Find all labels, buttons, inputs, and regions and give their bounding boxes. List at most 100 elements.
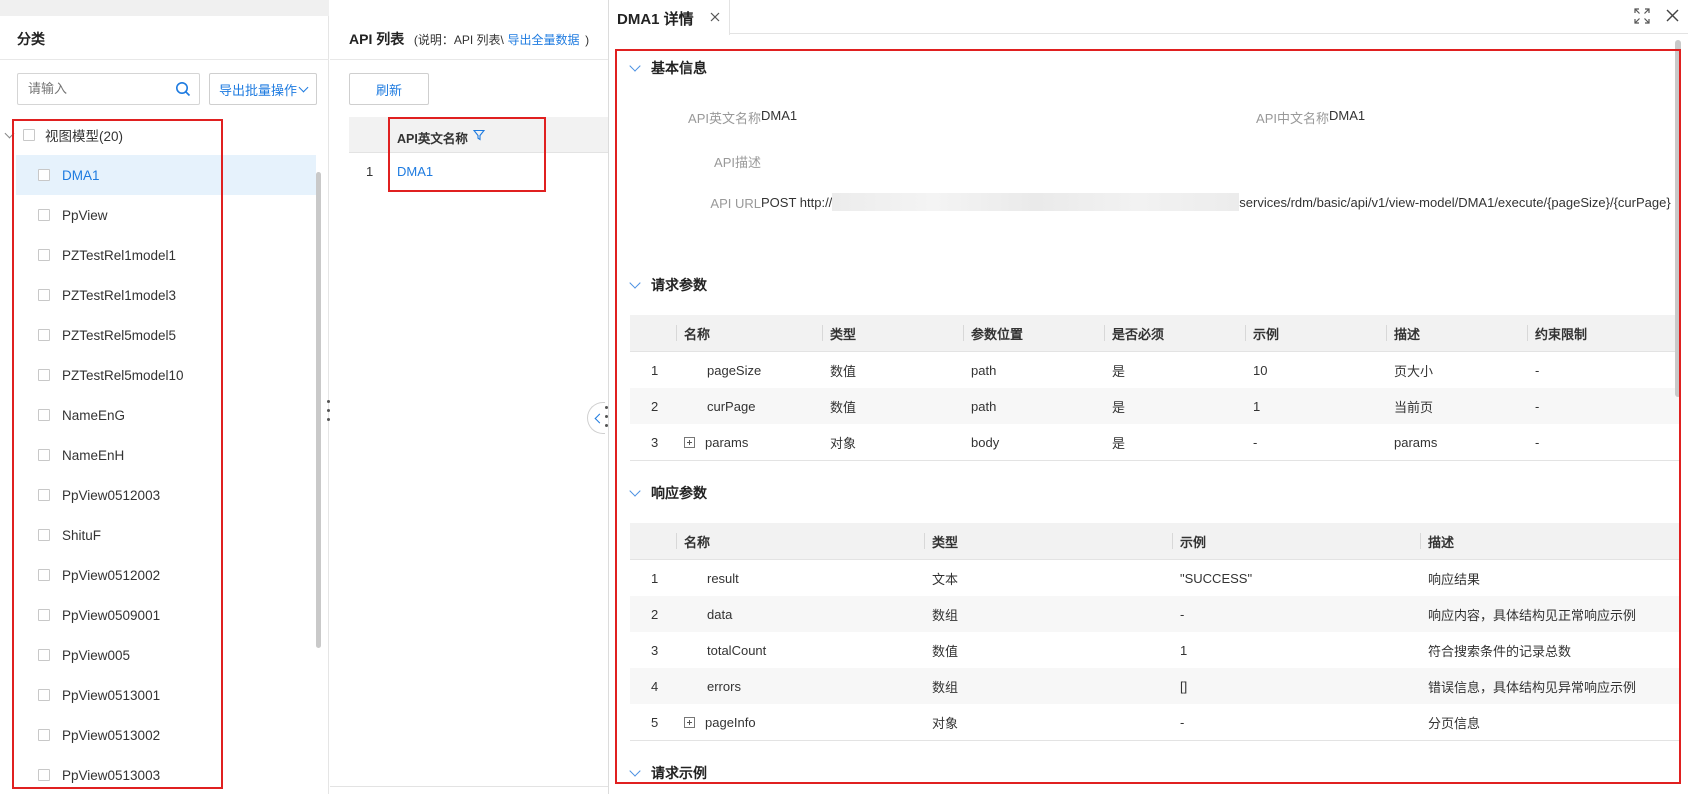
search-icon[interactable] xyxy=(175,81,191,100)
tree-item-checkbox[interactable] xyxy=(38,569,50,581)
tree-root-checkbox[interactable] xyxy=(23,129,35,141)
tree-item-label: PZTestRel1model1 xyxy=(62,247,177,263)
request-example-section-title[interactable]: 请求示例 xyxy=(629,763,707,783)
column-header: 类型 xyxy=(924,523,1172,560)
fullscreen-icon[interactable] xyxy=(1634,8,1650,27)
tree-item-checkbox[interactable] xyxy=(38,729,50,741)
left-scrollbar[interactable] xyxy=(316,172,321,648)
table-row[interactable]: 3 params 对象 body 是 - params - xyxy=(630,424,1680,461)
table-header-row: 名称 类型 示例 描述 xyxy=(630,523,1680,560)
tree-item-label: PZTestRel1model3 xyxy=(62,287,177,303)
tree-item[interactable]: PpView0509001 xyxy=(16,595,316,635)
tree-item[interactable]: PZTestRel1model1 xyxy=(16,235,316,275)
table-row[interactable]: 3 totalCount 数值 1 符合搜索条件的记录总数 xyxy=(630,632,1680,668)
tree-item[interactable]: PpView005 xyxy=(16,635,316,675)
tree-item[interactable]: DMA1 xyxy=(16,155,316,195)
chevron-down-icon[interactable] xyxy=(629,765,641,777)
tree-item[interactable]: PpView xyxy=(16,195,316,235)
tree-item-label: PpView0513002 xyxy=(62,727,161,743)
api-url-suffix: services/rdm/basic/api/v1/view-model/DMA… xyxy=(1239,195,1671,210)
tree-item-checkbox[interactable] xyxy=(38,289,50,301)
detail-scrollbar[interactable] xyxy=(1675,40,1681,397)
chevron-down-icon[interactable] xyxy=(629,60,641,72)
tree-item-label: NameEnG xyxy=(62,407,126,423)
tree-item[interactable]: PZTestRel1model3 xyxy=(16,275,316,315)
tree-item-checkbox[interactable] xyxy=(38,169,50,181)
api-list-title: API 列表 xyxy=(349,31,405,47)
api-cn-name-label: API中文名称 xyxy=(1256,111,1329,126)
chevron-down-icon xyxy=(298,82,309,92)
export-batch-button[interactable]: 导出批量操作 xyxy=(209,73,317,105)
table-row[interactable]: 1 result 文本 "SUCCESS" 响应结果 xyxy=(630,560,1680,597)
tree-item-checkbox[interactable] xyxy=(38,609,50,621)
request-params-section-title[interactable]: 请求参数 xyxy=(629,275,707,295)
chevron-down-icon[interactable] xyxy=(4,128,15,138)
tree-item-checkbox[interactable] xyxy=(38,249,50,261)
table-row[interactable]: 1 DMA1 xyxy=(349,153,608,189)
table-row[interactable]: 1 pageSize 数值 path 是 10 页大小 - xyxy=(630,352,1680,389)
tree-item[interactable]: PpView0512003 xyxy=(16,475,316,515)
tree-item-checkbox[interactable] xyxy=(38,329,50,341)
response-params-section-title[interactable]: 响应参数 xyxy=(629,483,707,503)
api-table-header: API英文名称 xyxy=(349,117,608,153)
detail-tab[interactable]: DMA1 详情 xyxy=(609,0,730,35)
tree-item-checkbox[interactable] xyxy=(38,369,50,381)
refresh-button[interactable]: 刷新 xyxy=(349,73,429,105)
search-input-box[interactable] xyxy=(17,73,200,105)
tree-root-label: 视图模型(20) xyxy=(45,129,124,144)
tree-item-label: PZTestRel5model5 xyxy=(62,327,177,343)
tree-item[interactable]: PpView0513001 xyxy=(16,675,316,715)
tree-item-checkbox[interactable] xyxy=(38,769,50,781)
api-en-name-header: API英文名称 xyxy=(397,132,468,146)
tree-item-checkbox[interactable] xyxy=(38,689,50,701)
table-row[interactable]: 5 pageInfo 对象 - 分页信息 xyxy=(630,704,1680,741)
tree-item-checkbox[interactable] xyxy=(38,489,50,501)
param-name: pageInfo xyxy=(705,714,756,730)
tree-item[interactable]: PpView0512002 xyxy=(16,555,316,595)
search-input[interactable] xyxy=(26,80,170,97)
table-row[interactable]: 2 data 数组 - 响应内容，具体结构见正常响应示例 xyxy=(630,596,1680,632)
column-header: 名称 xyxy=(676,315,822,352)
basic-info-section-title[interactable]: 基本信息 xyxy=(629,58,707,78)
tree-item-checkbox[interactable] xyxy=(38,409,50,421)
table-row[interactable]: 4 errors 数组 [] 错误信息，具体结构见异常响应示例 xyxy=(630,668,1680,704)
table-row[interactable]: 2 curPage 数值 path 是 1 当前页 - xyxy=(630,388,1680,424)
export-all-link[interactable]: 导出全量数据 xyxy=(508,33,580,47)
column-header: 描述 xyxy=(1420,523,1680,560)
tab-close-icon[interactable] xyxy=(710,10,720,25)
tree-item-label: PpView0512002 xyxy=(62,567,161,583)
tree-item-label: PZTestRel5model10 xyxy=(62,367,184,383)
api-cn-name-value: DMA1 xyxy=(1329,108,1366,123)
tree-item[interactable]: PpView0513003 xyxy=(16,755,316,795)
tree-item[interactable]: ShituF xyxy=(16,515,316,555)
tree-item[interactable]: PZTestRel5model10 xyxy=(16,355,316,395)
tree-item-label: DMA1 xyxy=(62,167,100,183)
column-header: 示例 xyxy=(1172,523,1420,560)
api-url-label: API URL xyxy=(710,196,761,211)
api-name-link[interactable]: DMA1 xyxy=(397,164,433,179)
left-panel: 分类 导出批量操作 视图模型(20) DMA1 PpView PZTestRel… xyxy=(0,0,329,794)
filter-icon[interactable] xyxy=(472,129,486,144)
expand-plus-icon[interactable] xyxy=(684,436,695,448)
tree-item-checkbox[interactable] xyxy=(38,209,50,221)
expand-plus-icon[interactable] xyxy=(684,716,695,728)
close-icon[interactable] xyxy=(1666,9,1679,25)
tree-item-checkbox[interactable] xyxy=(38,449,50,461)
api-list-note-prefix: (说明：API 列表\ xyxy=(413,33,504,47)
column-header: 约束限制 xyxy=(1527,315,1680,352)
detail-tab-title: DMA1 详情 xyxy=(617,11,694,28)
tree-item-label: ShituF xyxy=(62,527,102,543)
tree-item-checkbox[interactable] xyxy=(38,529,50,541)
api-url-prefix: POST http:// xyxy=(761,195,833,210)
tree-root[interactable]: 视图模型(20) xyxy=(4,125,123,145)
tree-item[interactable]: PpView0513002 xyxy=(16,715,316,755)
chevron-down-icon[interactable] xyxy=(629,485,641,497)
chevron-down-icon[interactable] xyxy=(629,277,641,289)
param-name: params xyxy=(705,434,749,450)
tree-item[interactable]: NameEnH xyxy=(16,435,316,475)
tree-item[interactable]: PZTestRel5model5 xyxy=(16,315,316,355)
column-header: 类型 xyxy=(822,315,963,352)
tree-item[interactable]: NameEnG xyxy=(16,395,316,435)
tree-item-checkbox[interactable] xyxy=(38,649,50,661)
tree-item-label: PpView xyxy=(62,207,108,223)
